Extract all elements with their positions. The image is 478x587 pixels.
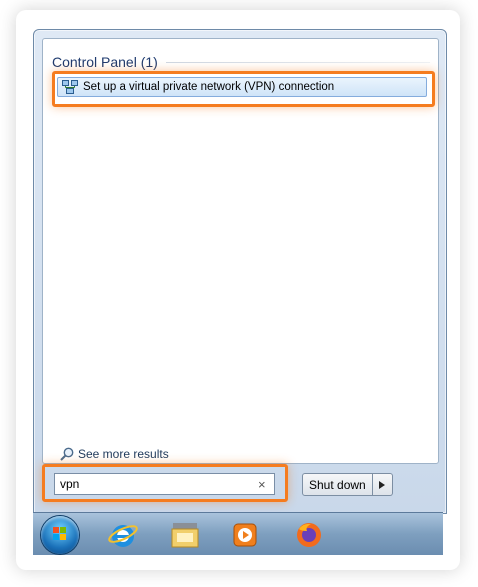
search-input[interactable]: [55, 476, 252, 492]
group-divider: [165, 61, 430, 63]
result-group-label: Control Panel (1): [52, 54, 158, 70]
magnifier-icon: [60, 447, 74, 461]
see-more-results-label: See more results: [78, 447, 169, 461]
file-explorer-icon[interactable]: [169, 519, 201, 551]
power-controls: Shut down: [302, 473, 393, 496]
windows-logo-icon: [53, 527, 66, 540]
search-results-pane: Control Panel (1) Set up a virtual priva…: [42, 38, 439, 464]
start-orb-button[interactable]: [41, 516, 79, 554]
start-menu: Control Panel (1) Set up a virtual priva…: [33, 29, 447, 514]
taskbar: [33, 512, 443, 555]
start-search-box[interactable]: ×: [54, 473, 275, 495]
clear-search-icon[interactable]: ×: [258, 478, 266, 491]
chevron-right-icon: [379, 480, 386, 489]
shutdown-button[interactable]: Shut down: [302, 473, 373, 496]
result-item-vpn-setup[interactable]: Set up a virtual private network (VPN) c…: [57, 77, 427, 97]
network-icon: [62, 80, 78, 94]
shutdown-options-button[interactable]: [372, 473, 393, 496]
see-more-results-link[interactable]: See more results: [60, 447, 169, 461]
shutdown-label: Shut down: [309, 477, 366, 492]
firefox-icon[interactable]: [293, 519, 325, 551]
internet-explorer-icon[interactable]: [107, 519, 139, 551]
result-item-label: Set up a virtual private network (VPN) c…: [83, 81, 335, 93]
result-group-header: Control Panel (1): [52, 54, 430, 70]
media-player-icon[interactable]: [229, 519, 261, 551]
